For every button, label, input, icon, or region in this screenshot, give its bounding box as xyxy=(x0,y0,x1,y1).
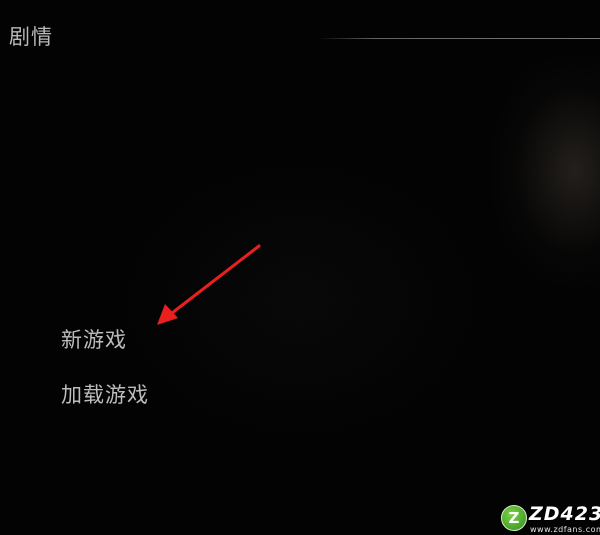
arrow-head xyxy=(157,304,178,325)
watermark-logo-icon: Z xyxy=(501,505,527,531)
section-title: 剧情 xyxy=(9,25,53,49)
watermark-url: www.zdfans.com xyxy=(530,525,600,534)
site-watermark: Z ZD423 www.zdfans.com xyxy=(500,503,600,535)
red-arrow-annotation xyxy=(157,244,261,325)
arrow-shaft xyxy=(170,244,261,315)
menu-item-new-game[interactable]: 新游戏 xyxy=(61,325,127,355)
header-divider xyxy=(318,38,600,39)
game-main-menu-screen: 剧情 新游戏 加载游戏 Z ZD423 www.zdfans.com xyxy=(0,0,600,535)
watermark-brand: ZD423 xyxy=(529,503,600,525)
menu-item-load-game[interactable]: 加载游戏 xyxy=(61,380,149,410)
